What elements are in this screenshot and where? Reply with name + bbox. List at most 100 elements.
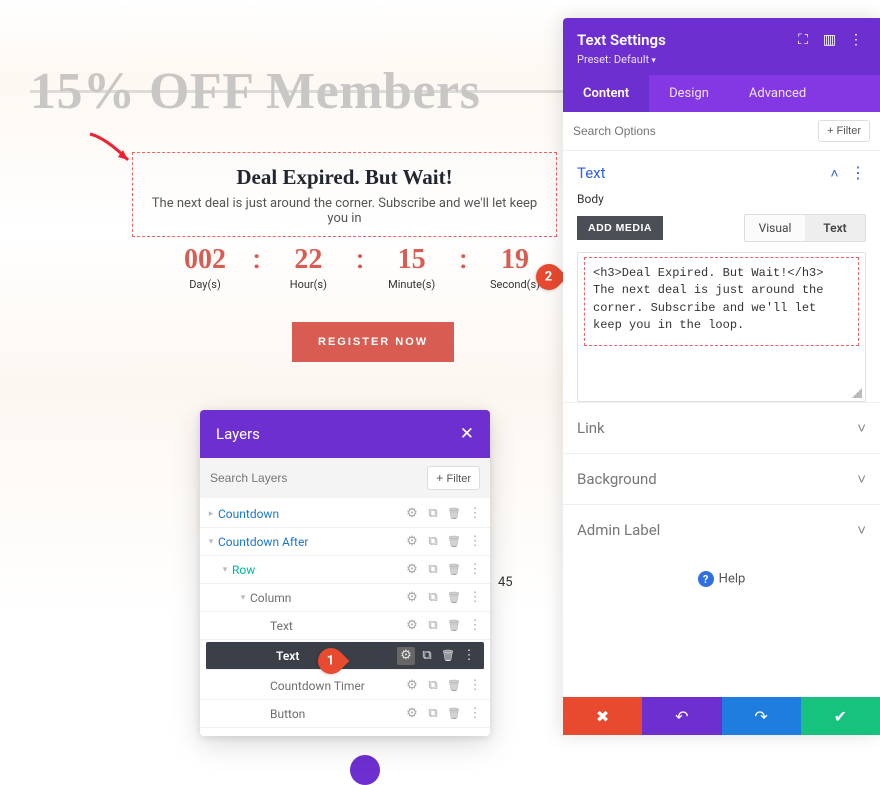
layer-row-7[interactable]: Button⚙⧉🗑⋮ xyxy=(200,700,490,728)
tab-content[interactable]: Content xyxy=(563,75,649,112)
resize-handle-icon[interactable] xyxy=(852,388,862,398)
kebab-icon[interactable]: ⋮ xyxy=(460,647,478,665)
editor-tab-visual[interactable]: Visual xyxy=(745,215,805,241)
settings-header: Text Settings ⛶ ▥ ⋮ Preset: Default xyxy=(563,18,880,75)
trash-icon[interactable]: 🗑 xyxy=(439,647,457,665)
deal-expired-box: Deal Expired. But Wait! The next deal is… xyxy=(132,152,557,237)
dup-icon[interactable]: ⧉ xyxy=(424,705,442,723)
chevron-up-icon[interactable]: ˄ xyxy=(830,166,838,182)
gear-icon[interactable]: ⚙ xyxy=(403,617,421,635)
gear-icon[interactable]: ⚙ xyxy=(403,533,421,551)
kebab-icon[interactable]: ⋮ xyxy=(846,30,866,50)
help-link[interactable]: ?Help xyxy=(563,555,880,603)
layer-row-3[interactable]: ▾Column⚙⧉🗑⋮ xyxy=(200,584,490,612)
settings-search-row: + Filter xyxy=(563,112,880,151)
layers-search-row: + Filter xyxy=(200,458,490,498)
section-background[interactable]: Background ˅ xyxy=(563,453,880,504)
countdown-minutes-value: 15 xyxy=(372,244,452,276)
text-section-title: Text xyxy=(577,164,606,182)
layer-label[interactable]: Countdown xyxy=(218,507,403,521)
layer-label[interactable]: Column xyxy=(250,591,403,605)
gear-icon[interactable]: ⚙ xyxy=(403,505,421,523)
undo-button[interactable]: ↶ xyxy=(642,697,721,735)
columns-icon[interactable]: ▥ xyxy=(820,30,840,50)
expand-icon[interactable]: ⛶ xyxy=(793,30,813,50)
kebab-icon[interactable]: ⋮ xyxy=(466,617,484,635)
kebab-icon[interactable]: ⋮ xyxy=(466,705,484,723)
settings-filter-button[interactable]: + Filter xyxy=(818,120,870,142)
trash-icon[interactable]: 🗑 xyxy=(445,677,463,695)
kebab-icon[interactable]: ⋮ xyxy=(466,533,484,551)
layers-panel: Layers ✕ + Filter ▸Countdown⚙⧉🗑⋮▾Countdo… xyxy=(200,410,490,736)
trash-icon[interactable]: 🗑 xyxy=(445,533,463,551)
dup-icon[interactable]: ⧉ xyxy=(424,561,442,579)
discard-button[interactable]: ✖ xyxy=(563,697,642,735)
layer-row-6[interactable]: Countdown Timer⚙⧉🗑⋮ xyxy=(200,672,490,700)
hero-strikethrough: 15% OFF Members xyxy=(30,62,630,121)
text-section-header[interactable]: Text ˄ ⋮ xyxy=(563,151,880,186)
editor-mode-tabs: Visual Text xyxy=(744,214,866,242)
settings-search-input[interactable] xyxy=(573,124,818,138)
layer-toggle-icon[interactable]: ▾ xyxy=(218,565,232,575)
layer-row-0[interactable]: ▸Countdown⚙⧉🗑⋮ xyxy=(200,500,490,528)
dup-icon[interactable]: ⧉ xyxy=(418,647,436,665)
layer-row-2[interactable]: ▾Row⚙⧉🗑⋮ xyxy=(200,556,490,584)
tab-advanced[interactable]: Advanced xyxy=(729,75,826,112)
trash-icon[interactable]: 🗑 xyxy=(445,617,463,635)
kebab-icon[interactable]: ⋮ xyxy=(466,589,484,607)
layer-label[interactable]: Countdown After xyxy=(218,535,403,549)
layers-filter-button[interactable]: + Filter xyxy=(427,466,480,490)
kebab-icon[interactable]: ⋮ xyxy=(466,677,484,695)
layer-row-4[interactable]: Text⚙⧉🗑⋮ xyxy=(200,612,490,640)
layer-label[interactable]: Countdown Timer xyxy=(270,679,403,693)
redo-button[interactable]: ↷ xyxy=(722,697,801,735)
layers-list: ▸Countdown⚙⧉🗑⋮▾Countdown After⚙⧉🗑⋮▾Row⚙⧉… xyxy=(200,498,490,736)
gear-icon[interactable]: ⚙ xyxy=(403,589,421,607)
add-media-button[interactable]: ADD MEDIA xyxy=(577,216,663,240)
trash-icon[interactable]: 🗑 xyxy=(445,505,463,523)
layer-toggle-icon[interactable]: ▸ xyxy=(204,509,218,519)
layer-label[interactable]: Row xyxy=(232,563,403,577)
layer-label[interactable]: Button xyxy=(270,707,403,721)
gear-icon[interactable]: ⚙ xyxy=(403,561,421,579)
kebab-icon[interactable]: ⋮ xyxy=(466,561,484,579)
section-link[interactable]: Link ˅ xyxy=(563,402,880,453)
trash-icon[interactable]: 🗑 xyxy=(445,705,463,723)
layer-toggle-icon[interactable]: ▾ xyxy=(236,593,250,603)
section-admin-label[interactable]: Admin Label ˅ xyxy=(563,504,880,555)
layers-search-input[interactable] xyxy=(210,471,419,485)
text-editor[interactable]: <h3>Deal Expired. But Wait!</h3> The nex… xyxy=(577,252,866,402)
preset-dropdown[interactable]: Preset: Default xyxy=(577,53,866,66)
layer-label[interactable]: Text xyxy=(270,619,403,633)
dup-icon[interactable]: ⧉ xyxy=(424,533,442,551)
layers-title: Layers xyxy=(216,425,260,443)
dup-icon[interactable]: ⧉ xyxy=(424,589,442,607)
section-kebab-icon[interactable]: ⋮ xyxy=(850,163,866,182)
dup-icon[interactable]: ⧉ xyxy=(424,505,442,523)
annotation-arrow xyxy=(86,130,136,170)
editor-content[interactable]: <h3>Deal Expired. But Wait!</h3> The nex… xyxy=(584,257,859,346)
layer-row-1[interactable]: ▾Countdown After⚙⧉🗑⋮ xyxy=(200,528,490,556)
countdown-minutes: 15 Minute(s) xyxy=(372,244,452,291)
trash-icon[interactable]: 🗑 xyxy=(445,561,463,579)
editor-tab-text[interactable]: Text xyxy=(805,215,865,241)
help-label: Help xyxy=(719,572,746,587)
kebab-icon[interactable]: ⋮ xyxy=(466,505,484,523)
gear-icon[interactable]: ⚙ xyxy=(403,677,421,695)
register-button[interactable]: REGISTER NOW xyxy=(292,322,454,362)
countdown-separator: : xyxy=(348,244,371,276)
dup-icon[interactable]: ⧉ xyxy=(424,677,442,695)
decorative-dot xyxy=(350,755,380,785)
countdown-days-label: Day(s) xyxy=(165,278,245,291)
close-icon[interactable]: ✕ xyxy=(460,424,474,444)
gear-icon[interactable]: ⚙ xyxy=(403,705,421,723)
layer-toggle-icon[interactable]: ▾ xyxy=(204,537,218,547)
section-background-label: Background xyxy=(577,470,657,488)
settings-title: Text Settings xyxy=(577,31,666,49)
gear-icon[interactable]: ⚙ xyxy=(397,647,415,665)
dup-icon[interactable]: ⧉ xyxy=(424,617,442,635)
text-settings-panel: Text Settings ⛶ ▥ ⋮ Preset: Default Cont… xyxy=(563,18,880,735)
trash-icon[interactable]: 🗑 xyxy=(445,589,463,607)
save-button[interactable]: ✔ xyxy=(801,697,880,735)
tab-design[interactable]: Design xyxy=(649,75,729,112)
